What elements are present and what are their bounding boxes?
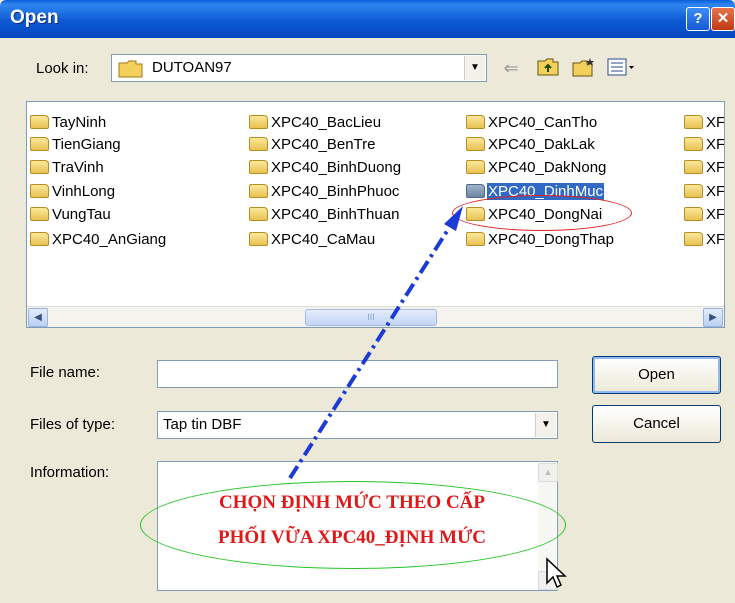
mouse-cursor-icon: [546, 557, 567, 589]
annotation-arrow: [288, 206, 463, 480]
